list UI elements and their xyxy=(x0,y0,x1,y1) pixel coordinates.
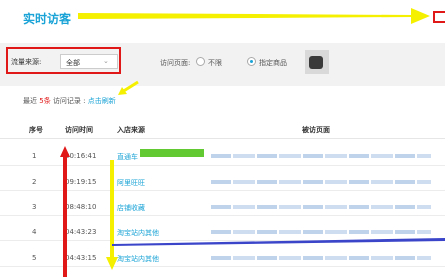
annotation-line-blue xyxy=(112,238,445,246)
